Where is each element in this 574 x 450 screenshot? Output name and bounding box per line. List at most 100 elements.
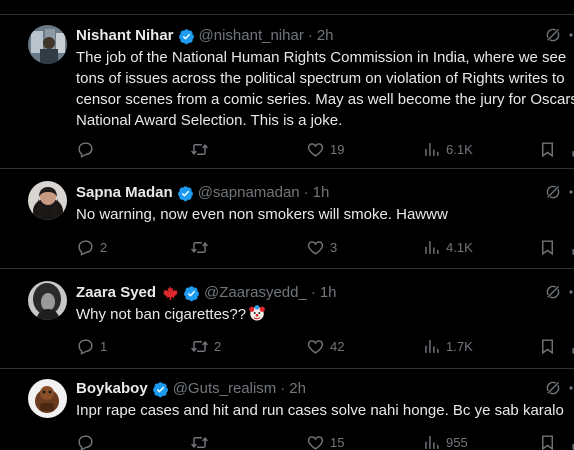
post[interactable]: Zaara Syed @Zaarasyedd_ · 1h Why not ban… <box>0 269 574 369</box>
post-text-line: The job of the National Human Rights Com… <box>76 49 567 66</box>
avatar[interactable] <box>28 281 67 320</box>
more-icon[interactable] <box>568 282 574 302</box>
views-button[interactable]: 955 <box>422 431 468 450</box>
like-count: 3 <box>330 239 338 255</box>
post-header: Sapna Madan @sapnamadan · 1h <box>76 182 574 204</box>
post[interactable]: Nishant Nihar @nishant_nihar · 2h The jo… <box>0 15 574 169</box>
post-text-line: Inpr rape cases and hit and run cases so… <box>76 402 564 419</box>
like-button[interactable]: 19 <box>306 138 344 160</box>
author-handle[interactable]: @Guts_realism <box>173 379 277 399</box>
author-handle[interactable]: @sapnamadan <box>198 183 300 203</box>
grok-icon[interactable] <box>544 283 562 301</box>
author-name[interactable]: Boykaboy <box>76 379 148 399</box>
more-icon[interactable] <box>568 25 574 45</box>
views-icon <box>425 142 439 156</box>
reply-button[interactable] <box>76 431 100 450</box>
retweet-button[interactable]: 2 <box>190 335 221 357</box>
bookmark-button[interactable] <box>538 431 557 450</box>
post-text: The job of the National Human Rights Com… <box>76 47 574 131</box>
avatar[interactable] <box>28 25 67 64</box>
like-icon <box>307 435 324 450</box>
post[interactable]: Sapna Madan @sapnamadan · 1h No warning,… <box>0 169 574 269</box>
share-button[interactable] <box>570 138 574 160</box>
post-text-line: No warning, now even non smokers will sm… <box>76 206 448 223</box>
post-actions: 1 2 42 1.7K <box>76 335 574 357</box>
post-header: Zaara Syed @Zaarasyedd_ · 1h <box>76 282 574 304</box>
more-icon[interactable] <box>568 378 574 398</box>
retweet-icon <box>191 241 208 253</box>
author-name[interactable]: Sapna Madan <box>76 183 173 203</box>
avatar[interactable] <box>28 181 67 220</box>
separator-dot: · <box>303 184 309 201</box>
views-count: 6.1K <box>446 141 473 157</box>
avatar[interactable] <box>28 379 67 418</box>
bookmark-icon <box>542 338 553 354</box>
views-icon <box>425 435 439 449</box>
author-name[interactable]: Nishant Nihar <box>76 26 174 46</box>
post-time[interactable]: 1h <box>320 283 337 303</box>
bookmark-button[interactable] <box>538 236 557 258</box>
clown-face-emoji-icon <box>249 305 265 321</box>
reply-icon <box>78 338 93 355</box>
author-handle[interactable]: @Zaarasyedd_ <box>204 283 307 303</box>
verified-badge-icon <box>177 185 193 201</box>
like-icon <box>307 142 324 157</box>
post-time[interactable]: 2h <box>317 26 334 46</box>
author-handle[interactable]: @nishant_nihar <box>199 26 304 46</box>
like-button[interactable]: 3 <box>306 236 337 258</box>
reply-button[interactable]: 2 <box>76 236 107 258</box>
bookmark-button[interactable] <box>538 335 557 357</box>
views-count: 4.1K <box>446 239 473 255</box>
views-button[interactable]: 6.1K <box>422 138 473 160</box>
timeline-feed: Nishant Nihar @nishant_nihar · 2h The jo… <box>0 0 574 450</box>
post-text-line: tons of issues across the political spec… <box>76 70 565 87</box>
retweet-icon <box>191 436 208 448</box>
views-icon <box>425 339 439 353</box>
post-actions: 19 6.1K <box>76 138 574 160</box>
verified-badge-icon <box>178 28 194 44</box>
post-text-line: Why not ban cigarettes?? <box>76 304 574 325</box>
like-count: 19 <box>330 141 345 157</box>
retweet-count: 2 <box>214 338 222 354</box>
reply-count: 2 <box>100 239 108 255</box>
share-button[interactable] <box>570 335 574 357</box>
post-header: Boykaboy @Guts_realism · 2h <box>76 378 574 400</box>
post-text-content: Why not ban cigarettes?? <box>76 306 247 323</box>
share-button[interactable] <box>570 431 574 450</box>
retweet-button[interactable] <box>190 138 214 160</box>
post-time[interactable]: 1h <box>313 183 330 203</box>
views-button[interactable]: 4.1K <box>422 236 473 258</box>
views-icon <box>425 240 439 254</box>
share-icon <box>572 150 574 157</box>
reply-button[interactable] <box>76 138 100 160</box>
grok-icon[interactable] <box>544 379 562 397</box>
verified-badge-icon <box>184 285 199 301</box>
reply-button[interactable]: 1 <box>76 335 107 357</box>
retweet-button[interactable] <box>190 236 214 258</box>
post-time[interactable]: 2h <box>289 379 306 399</box>
bookmark-icon <box>542 434 553 450</box>
bookmark-button[interactable] <box>538 138 557 160</box>
verified-badge-icon <box>152 381 168 397</box>
post-text: Why not ban cigarettes?? <box>76 304 574 325</box>
share-button[interactable] <box>570 236 574 258</box>
like-count: 15 <box>330 434 345 450</box>
more-icon[interactable] <box>568 182 574 202</box>
post-text-line: censor scenes from a comic series. May a… <box>76 91 574 108</box>
separator-dot: · <box>307 27 313 44</box>
post-text-line: National Award Selection. This is a joke… <box>76 112 343 129</box>
author-name[interactable]: Zaara Syed <box>76 283 156 303</box>
retweet-icon <box>191 143 208 155</box>
grok-icon[interactable] <box>544 183 562 201</box>
like-button[interactable]: 15 <box>306 431 344 450</box>
like-button[interactable]: 42 <box>306 335 344 357</box>
bookmark-icon <box>542 239 553 255</box>
retweet-button[interactable] <box>190 431 214 450</box>
views-count: 955 <box>446 434 468 450</box>
grok-icon[interactable] <box>544 26 562 44</box>
views-button[interactable]: 1.7K <box>422 335 473 357</box>
reply-icon <box>78 239 93 256</box>
bookmark-icon <box>542 141 553 157</box>
post[interactable]: Boykaboy @Guts_realism · 2h Inpr rape ca… <box>0 369 574 450</box>
retweet-icon <box>191 340 208 352</box>
